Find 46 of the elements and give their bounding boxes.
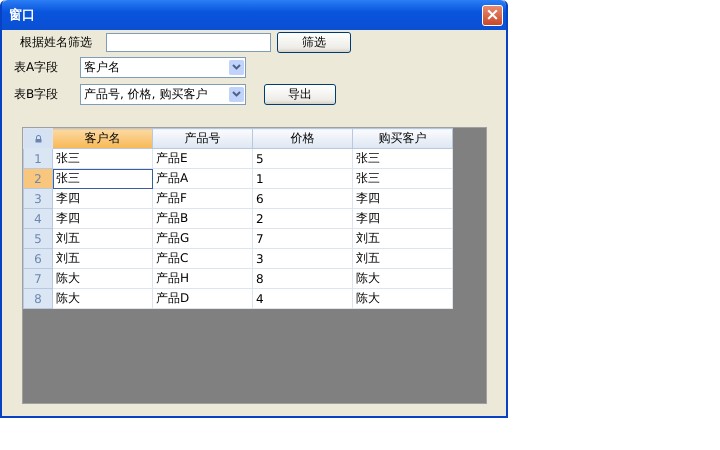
filter-button[interactable]: 筛选 (277, 32, 351, 52)
table-cell[interactable]: 2 (252, 208, 352, 228)
field-label: 表B字段 (14, 86, 60, 102)
table-cell[interactable]: 3 (252, 248, 352, 268)
export-button[interactable]: 导出 (264, 84, 336, 104)
table-cell[interactable]: 刘五 (352, 248, 452, 268)
table-cell[interactable]: 李四 (352, 208, 452, 228)
column-header[interactable]: 价格 (252, 128, 352, 148)
table-cell[interactable]: 刘五 (52, 248, 152, 268)
table-cell[interactable]: 产品F (152, 188, 252, 208)
table-cell[interactable]: 陈大 (52, 268, 152, 288)
table-cell[interactable]: 5 (252, 148, 352, 168)
column-header[interactable]: 产品号 (152, 128, 252, 148)
table-b-field-dropdown[interactable]: 产品号, 价格, 购买客户 (80, 84, 246, 104)
table-cell[interactable]: 张三 (352, 148, 452, 168)
table-cell[interactable]: 6 (252, 188, 352, 208)
table-cell[interactable]: 产品G (152, 228, 252, 248)
table-cell[interactable]: 1 (252, 168, 352, 188)
table-cell[interactable]: 刘五 (52, 228, 152, 248)
table-cell[interactable]: 刘五 (352, 228, 452, 248)
table-cell[interactable]: 产品A (152, 168, 252, 188)
table-cell[interactable]: 李四 (52, 208, 152, 228)
table-a-field-dropdown[interactable]: 客户名 (80, 56, 246, 78)
table-cell[interactable]: 李四 (352, 188, 452, 208)
table-cell[interactable]: 李四 (52, 188, 152, 208)
column-header[interactable]: 购买客户 (352, 128, 452, 148)
table-cell[interactable]: 陈大 (352, 268, 452, 288)
table-cell[interactable]: 产品D (152, 288, 252, 308)
table-cell[interactable]: 产品H (152, 268, 252, 288)
table-cell[interactable]: 张三 (52, 168, 152, 188)
table-cell[interactable]: 陈大 (352, 288, 452, 308)
column-header[interactable]: 客户名 (52, 128, 152, 148)
name-filter-field[interactable] (106, 32, 271, 52)
table-cell[interactable]: 7 (252, 228, 352, 248)
filter-label: 根据姓名筛选 (19, 34, 93, 50)
table-cell[interactable]: 产品C (152, 248, 252, 268)
table-cell[interactable]: 张三 (52, 148, 152, 168)
lock-icon (34, 134, 42, 142)
table-cell[interactable]: 产品E (152, 148, 252, 168)
field-label: 表A字段 (14, 58, 60, 76)
table-cell[interactable]: 8 (252, 268, 352, 288)
table-cell[interactable]: 产品B (152, 208, 252, 228)
table-cell[interactable]: 4 (252, 288, 352, 308)
window-title: 窗口 (9, 6, 35, 24)
table-cell[interactable]: 陈大 (52, 288, 152, 308)
table-cell[interactable]: 张三 (352, 168, 452, 188)
